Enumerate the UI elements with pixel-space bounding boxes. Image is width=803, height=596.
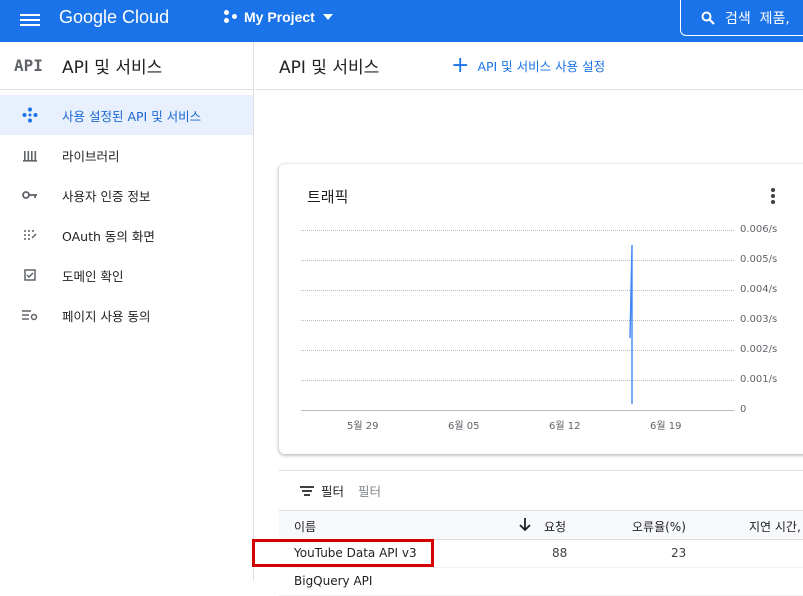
search-icon: [701, 11, 715, 25]
page-title: API 및 서비스: [279, 58, 380, 78]
project-icon: [224, 10, 238, 24]
sidebar-item-page-usage-agreements[interactable]: 페이지 사용 동의: [0, 295, 253, 335]
sidebar-item-label: 도메인 확인: [62, 268, 124, 284]
diamond-dots-icon: [22, 107, 38, 123]
sidebar: API API 및 서비스 사용 설정된 API 및 서비스 라이브러리 사용자…: [0, 42, 254, 581]
sidebar-header: API API 및 서비스: [0, 42, 253, 90]
main-content: API 및 서비스 + API 및 서비스 사용 설정 트래픽 0.006/s …: [252, 42, 803, 596]
plus-icon: +: [451, 52, 470, 78]
library-icon: [22, 147, 38, 163]
list-settings-icon: [22, 307, 38, 323]
sidebar-item-oauth-consent[interactable]: OAuth 동의 화면: [0, 215, 253, 255]
api-logo: API: [14, 56, 43, 75]
sidebar-title: API 및 서비스: [62, 58, 163, 78]
search-bar[interactable]: 검색 제품,: [680, 0, 803, 36]
sidebar-item-label: 사용자 인증 정보: [62, 188, 151, 204]
api-table: 필터 필터 이름 요청 오류율(%) 지연 시간, YouTube Data A…: [252, 470, 803, 596]
traffic-card: 트래픽 0.006/s 0.005/s 0.004/s 0.003/s 0.00…: [279, 164, 803, 454]
column-header-requests[interactable]: 요청: [544, 518, 566, 535]
column-header-errors[interactable]: 오류율(%): [632, 518, 686, 535]
brand-logo[interactable]: Google Cloud: [59, 7, 169, 28]
enable-apis-label: API 및 서비스 사용 설정: [477, 59, 606, 74]
column-header-latency[interactable]: 지연 시간,: [749, 518, 801, 535]
dotted-grid-icon: [22, 227, 38, 243]
table-row[interactable]: BigQuery API: [279, 568, 803, 596]
enable-apis-button[interactable]: + API 및 서비스 사용 설정: [451, 52, 606, 78]
filter-bar: 필터 필터: [279, 470, 803, 510]
api-name-link[interactable]: YouTube Data API v3: [294, 546, 417, 560]
sidebar-item-credentials[interactable]: 사용자 인증 정보: [0, 175, 253, 215]
project-name: My Project: [244, 9, 315, 25]
traffic-chart: [629, 244, 633, 404]
main-header: API 및 서비스 + API 및 서비스 사용 설정: [255, 42, 803, 90]
table-header: 이름 요청 오류율(%) 지연 시간,: [279, 510, 803, 540]
sidebar-item-label: 사용 설정된 API 및 서비스: [62, 108, 202, 124]
sidebar-item-enabled-apis[interactable]: 사용 설정된 API 및 서비스: [0, 95, 253, 135]
error-rate-value: 23: [671, 546, 687, 560]
requests-value: 88: [552, 546, 568, 560]
sidebar-item-library[interactable]: 라이브러리: [0, 135, 253, 175]
search-placeholder: 검색 제품,: [725, 10, 790, 27]
sort-arrow-down-icon[interactable]: [519, 518, 531, 534]
filter-label[interactable]: 필터: [321, 481, 344, 500]
key-icon: [22, 187, 38, 203]
project-picker[interactable]: My Project: [224, 9, 333, 25]
sidebar-item-label: 페이지 사용 동의: [62, 308, 151, 324]
api-name-link[interactable]: BigQuery API: [294, 574, 372, 588]
menu-icon[interactable]: [20, 11, 40, 31]
checkbox-icon: [22, 267, 38, 283]
filter-input[interactable]: 필터: [358, 481, 381, 500]
filter-icon[interactable]: [299, 484, 315, 498]
column-header-name[interactable]: 이름: [294, 518, 316, 535]
sidebar-item-label: OAuth 동의 화면: [62, 228, 155, 244]
sidebar-item-label: 라이브러리: [62, 148, 120, 164]
chevron-down-icon: [322, 14, 333, 20]
top-app-bar: Google Cloud My Project 검색 제품,: [0, 0, 803, 42]
table-row[interactable]: YouTube Data API v3 88 23: [252, 539, 803, 568]
sidebar-item-domain-verification[interactable]: 도메인 확인: [0, 255, 253, 295]
traffic-series-line: [629, 244, 633, 404]
